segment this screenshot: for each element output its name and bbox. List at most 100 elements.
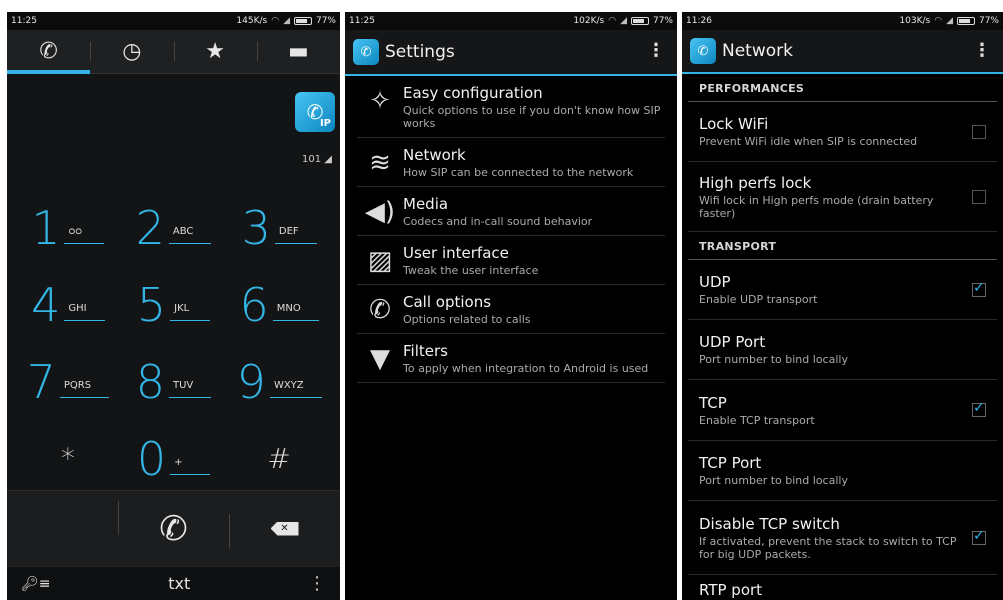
phone-icon: ✆ bbox=[159, 508, 188, 549]
item-title: Media bbox=[403, 195, 449, 213]
tab-messages[interactable]: ▬ bbox=[256, 30, 340, 73]
battery-icon bbox=[293, 17, 312, 25]
tcp-checkbox[interactable] bbox=[972, 400, 986, 417]
settings-item-media[interactable]: ◀) Media Codecs and in-call sound behavio… bbox=[357, 187, 665, 236]
item-subtitle: Quick options to use if you don't know h… bbox=[403, 104, 661, 130]
network-action-bar: ✆ Network ⋮ bbox=[682, 30, 1003, 74]
status-battery: 77% bbox=[652, 16, 673, 26]
dialer-bottom-bar: 🔑︎≡ txt ⋮ bbox=[7, 566, 340, 600]
pref-high-perfs-lock[interactable]: High perfs lock Wifi lock in High perfs m… bbox=[688, 162, 997, 232]
text-mode-button[interactable]: txt bbox=[168, 574, 190, 593]
pref-disable-tcp-switch[interactable]: Disable TCP switch If activated, prevent … bbox=[688, 501, 997, 575]
status-time: 11:25 bbox=[11, 16, 37, 26]
key-2[interactable]: 2 ABC bbox=[121, 189, 227, 266]
high-perfs-lock-checkbox[interactable] bbox=[972, 189, 986, 204]
key-9[interactable]: 9 WXYZ bbox=[226, 343, 332, 420]
dialer-tab-bar: ✆ ◷ ★ ▬ bbox=[7, 30, 340, 74]
category-header: TRANSPORT bbox=[688, 232, 997, 260]
pref-rtp-port[interactable]: RTP port bbox=[688, 575, 997, 600]
item-title: Filters bbox=[403, 342, 448, 360]
logo-label: IP bbox=[319, 118, 331, 129]
wifi-icon: ◠ bbox=[934, 16, 943, 26]
settings-item-filters[interactable]: ▼ Filters To apply when integration to An… bbox=[357, 334, 665, 383]
item-subtitle: Tweak the user interface bbox=[403, 264, 539, 277]
magic-wand-icon: ✧ bbox=[369, 86, 391, 116]
page-title: Settings bbox=[385, 42, 455, 62]
backspace-icon: ✕ bbox=[270, 521, 299, 536]
settings-item-user-interface[interactable]: ▨ User interface Tweak the user interface bbox=[357, 236, 665, 285]
pref-title: RTP port bbox=[699, 581, 763, 599]
status-time: 11:25 bbox=[349, 16, 375, 26]
phone-icon: ✆ bbox=[369, 295, 391, 325]
item-title: Easy configuration bbox=[403, 84, 543, 102]
pref-title: Disable TCP switch bbox=[699, 514, 840, 533]
signal-icon: ◢ bbox=[620, 16, 627, 26]
pref-subtitle: If activated, prevent the stack to switc… bbox=[699, 534, 957, 561]
pref-udp[interactable]: UDP Enable UDP transport bbox=[688, 260, 997, 320]
item-subtitle: To apply when integration to Android is … bbox=[403, 362, 649, 375]
settings-item-call-options[interactable]: ✆ Call options Options related to calls bbox=[357, 285, 665, 334]
pref-title: UDP Port bbox=[699, 333, 766, 351]
call-button[interactable]: ✆ bbox=[118, 500, 229, 549]
pref-subtitle: Enable TCP transport bbox=[699, 413, 815, 427]
settings-item-easy-configuration[interactable]: ✧ Easy configuration Quick options to use… bbox=[357, 76, 665, 138]
keypad: 1 ᴑᴑ 2 ABC 3 DEF 4 GHI 5 JKL 6 MNO 7 PQRS 8 TUV … bbox=[7, 189, 340, 497]
item-title: Call options bbox=[403, 293, 492, 311]
key-3[interactable]: 3 DEF bbox=[226, 189, 332, 266]
pref-title: Lock WiFi bbox=[699, 115, 769, 133]
app-logo[interactable]: ✆ bbox=[353, 39, 379, 65]
status-bar: 11:25 145K/s ◠ ◢ 77% bbox=[7, 12, 340, 30]
settings-screen: 11:25 102K/s ◠ ◢ 77% ✆ Settings ⋮ ✧ Easy… bbox=[345, 12, 677, 600]
tab-dialer[interactable]: ✆ bbox=[7, 30, 91, 74]
status-speed: 103K/s bbox=[899, 16, 931, 26]
overflow-menu-icon[interactable]: ⋮ bbox=[647, 42, 665, 60]
pref-udp-port[interactable]: UDP Port Port number to bind locally bbox=[688, 320, 997, 380]
pref-tcp-port[interactable]: TCP Port Port number to bind locally bbox=[688, 441, 997, 501]
status-battery: 77% bbox=[978, 16, 999, 26]
pref-lock-wifi[interactable]: Lock WiFi Prevent WiFi idle when SIP is c… bbox=[688, 102, 997, 162]
status-speed: 102K/s bbox=[573, 16, 605, 26]
status-speed: 145K/s bbox=[236, 16, 268, 26]
wifi-icon: ◠ bbox=[271, 16, 280, 26]
item-title: Network bbox=[403, 146, 466, 164]
backspace-button[interactable]: ✕ bbox=[229, 513, 340, 548]
item-subtitle: Options related to calls bbox=[403, 313, 531, 326]
key-star[interactable]: * bbox=[15, 420, 121, 497]
tab-call-log[interactable]: ◷ bbox=[90, 30, 173, 73]
disable-tcp-switch-checkbox[interactable] bbox=[972, 528, 986, 545]
account-logo[interactable]: ✆ IP bbox=[295, 92, 335, 132]
pref-subtitle: Enable UDP transport bbox=[699, 293, 818, 306]
key-hash[interactable]: # bbox=[226, 420, 332, 497]
key-7[interactable]: 7 PQRS bbox=[15, 343, 121, 420]
pref-title: TCP bbox=[699, 393, 727, 412]
speaker-icon: ◀) bbox=[364, 197, 396, 227]
overflow-menu-icon[interactable]: ⋮ bbox=[973, 42, 991, 60]
picture-icon: ▨ bbox=[367, 246, 393, 276]
overflow-menu-icon[interactable]: ⋮ bbox=[308, 573, 326, 594]
app-logo[interactable]: ✆ bbox=[690, 38, 716, 64]
signal-icon: ◢ bbox=[946, 16, 953, 26]
key-list-icon[interactable]: 🔑︎≡ bbox=[21, 576, 51, 592]
pref-tcp[interactable]: TCP Enable TCP transport bbox=[688, 380, 997, 441]
account-number: 101 ◢ bbox=[302, 154, 332, 165]
key-8[interactable]: 8 TUV bbox=[121, 343, 227, 420]
key-1[interactable]: 1 ᴑᴑ bbox=[15, 189, 121, 266]
key-0[interactable]: 0 + bbox=[121, 420, 227, 497]
udp-checkbox[interactable] bbox=[972, 280, 986, 297]
tab-favorites[interactable]: ★ bbox=[173, 30, 257, 73]
item-subtitle: Codecs and in-call sound behavior bbox=[403, 215, 593, 228]
network-screen: 11:26 103K/s ◠ ◢ 77% ✆ Network ⋮ PERFORM… bbox=[682, 12, 1003, 600]
item-title: User interface bbox=[403, 244, 509, 262]
pref-subtitle: Port number to bind locally bbox=[699, 474, 848, 487]
item-subtitle: How SIP can be connected to the network bbox=[403, 166, 634, 179]
pref-title: TCP Port bbox=[699, 454, 762, 472]
settings-item-network[interactable]: ≋ Network How SIP can be connected to the… bbox=[357, 138, 665, 187]
star-icon: ★ bbox=[205, 39, 225, 64]
voicemail-icon: ᴑᴑ bbox=[64, 226, 105, 244]
key-6[interactable]: 6 MNO bbox=[226, 266, 332, 343]
lock-wifi-checkbox[interactable] bbox=[972, 124, 986, 139]
key-4[interactable]: 4 GHI bbox=[15, 266, 121, 343]
signal-icon: ◢ bbox=[283, 16, 290, 26]
phone-icon: ✆ bbox=[39, 39, 58, 64]
key-5[interactable]: 5 JKL bbox=[121, 266, 227, 343]
